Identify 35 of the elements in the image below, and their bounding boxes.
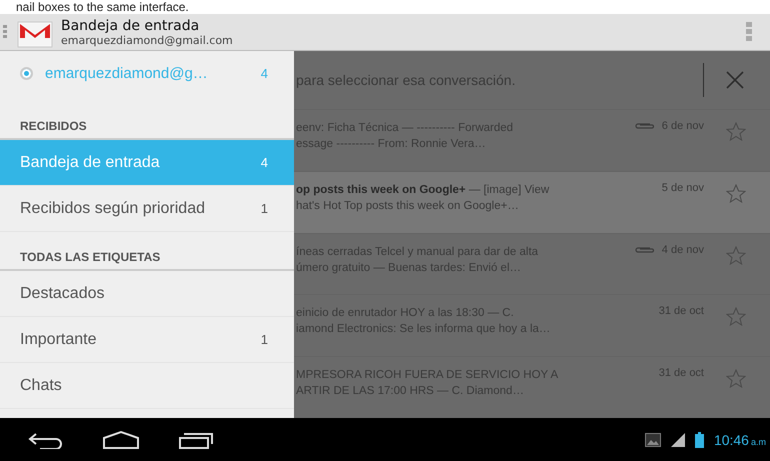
home-icon[interactable] [102, 430, 140, 450]
star-icon[interactable] [726, 369, 746, 388]
folder-label: Destacados [20, 284, 104, 302]
account-item[interactable]: emarquezdiamond@g… 4 [0, 51, 294, 95]
message-row[interactable]: op posts this week on Google+ — [image] View hat's Hot Top posts this week on Google+… 5 de nov [294, 170, 770, 233]
clock-period: a.m [750, 437, 766, 447]
window-title: Bandeja de entrada [61, 18, 200, 34]
folder-item[interactable]: Bandeja de entrada 4 [0, 140, 294, 186]
unread-count: 4 [260, 66, 268, 80]
message-date: 5 de nov [662, 182, 704, 194]
folder-label: Recibidos según prioridad [20, 200, 205, 218]
overflow-menu-icon[interactable] [746, 22, 752, 42]
image-notification-icon [644, 432, 661, 446]
clock-time: 10:46 [714, 432, 749, 448]
close-icon[interactable] [726, 71, 744, 89]
folder-label: Chats [20, 376, 62, 394]
drawer-indicator-icon[interactable] [3, 25, 7, 39]
folder-label: Bandeja de entrada [20, 154, 160, 172]
page-caption: nail boxes to the same interface. [15, 0, 190, 14]
message-snippet: hat's Hot Top posts this week on Google+… [296, 198, 520, 214]
star-icon[interactable] [726, 122, 746, 141]
star-icon[interactable] [726, 307, 746, 326]
signal-icon [670, 432, 685, 446]
radio-icon[interactable] [20, 66, 33, 80]
folder-label: Importante [20, 330, 96, 348]
back-icon[interactable] [28, 430, 64, 448]
unread-count: 1 [260, 201, 268, 216]
star-icon[interactable] [726, 246, 746, 265]
account-email: emarquezdiamond@gmail.com [61, 34, 234, 46]
unread-count: 4 [260, 155, 268, 170]
message-subject: op posts this week on Google+ — [image] View [296, 182, 550, 198]
star-icon[interactable] [726, 184, 746, 203]
unread-count: 1 [260, 332, 268, 347]
battery-icon [694, 432, 704, 448]
account-label: emarquezdiamond@g… [45, 64, 209, 82]
